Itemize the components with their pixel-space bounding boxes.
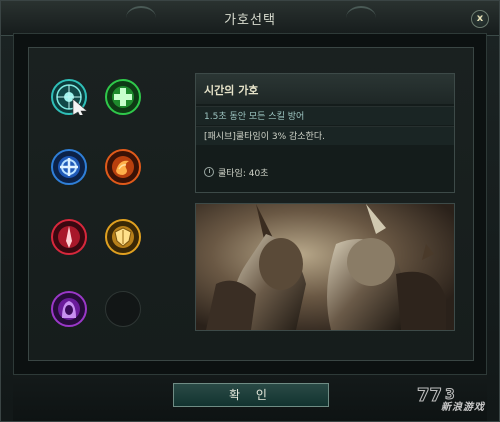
skill-slot-blue-cross[interactable] [51,149,87,185]
window-title: 가호선택 [224,13,276,28]
blessing-info-panel: 시간의 가호 1.5초 동안 모든 스킬 방어 [패시브]쿨타임이 3% 감소한… [195,73,455,193]
time-blessing-icon [51,79,87,115]
passive-text: [패시브]쿨타임이 3% 감소한다. [204,132,325,142]
svg-text:77: 77 [417,385,442,406]
skill-slot-time-blessing[interactable] [51,79,87,115]
blessing-artwork [195,203,455,331]
title-ornament-right [346,6,376,30]
purple-hood-icon [51,291,87,327]
skill-slot-empty[interactable] [105,291,141,327]
blue-cross-icon [51,149,87,185]
skill-slot-purple-hood[interactable] [51,291,87,327]
title-bar: 가호선택 x [1,1,499,36]
info-line-effect: 1.5초 동안 모든 스킬 방어 [196,106,454,125]
blessing-select-window: 가호선택 x 시간의 가호 1.5초 동안 모든 스킬 방어 [패시브]쿨타임이… [0,0,500,422]
confirm-button[interactable]: 확 인 [173,383,329,407]
heal-cross-icon [105,79,141,115]
watermark-text: 新浪游戏 [441,402,485,413]
cooldown-text: 쿨타임: 40초 [218,169,269,179]
flame-swirl-icon [105,149,141,185]
info-line-passive: [패시브]쿨타임이 3% 감소한다. [196,126,454,145]
skill-slot-gold-shield[interactable] [105,219,141,255]
clock-icon [204,167,214,177]
red-blade-icon [51,219,87,255]
info-header: 시간의 가호 [196,74,454,104]
close-button[interactable]: x [471,10,489,28]
blessing-name: 시간의 가호 [204,84,259,97]
gold-shield-icon [105,219,141,255]
knights-artwork-image [206,204,446,330]
skill-slot-red-blade[interactable] [51,219,87,255]
watermark-logo: 77 3 新浪游戏 [411,381,491,417]
effect-text: 1.5초 동안 모든 스킬 방어 [204,112,305,122]
skill-slot-flame[interactable] [105,149,141,185]
skill-slot-heal[interactable] [105,79,141,115]
